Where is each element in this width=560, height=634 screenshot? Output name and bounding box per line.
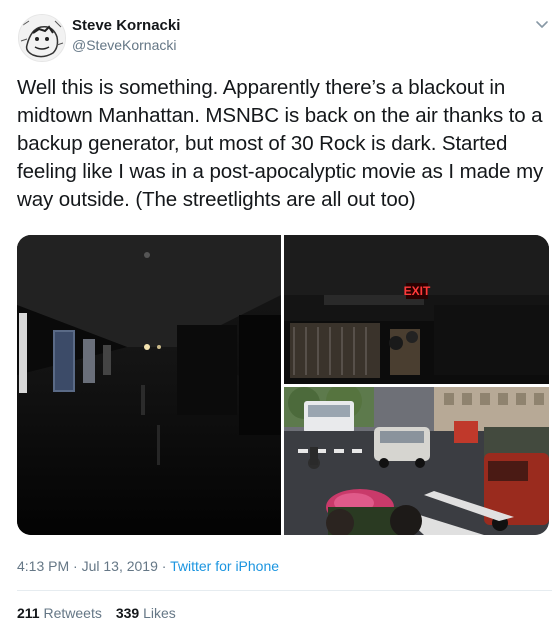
retweets-label: Retweets	[43, 605, 102, 621]
tweet-meta: 4:13 PM · Jul 13, 2019 · Twitter for iPh…	[17, 558, 279, 574]
photo-gallery: EXIT	[17, 235, 549, 535]
exit-sign: EXIT	[404, 284, 431, 298]
tweet-source-link[interactable]: Twitter for iPhone	[170, 558, 279, 574]
meta-separator: ·	[161, 558, 167, 574]
photo-exit-sign-lobby[interactable]: EXIT	[284, 235, 549, 384]
user-name[interactable]: Steve Kornacki	[72, 17, 180, 34]
user-handle[interactable]: @SteveKornacki	[72, 37, 176, 53]
tweet-stats: 211 Retweets 339 Likes	[17, 605, 176, 621]
divider	[17, 590, 552, 591]
chevron-down-icon[interactable]	[532, 14, 552, 34]
retweets-stat[interactable]: 211 Retweets	[17, 605, 102, 621]
tweet-date[interactable]: Jul 13, 2019	[82, 558, 158, 574]
tweet-time[interactable]: 4:13 PM	[17, 558, 69, 574]
likes-stat[interactable]: 339 Likes	[116, 605, 176, 621]
avatar[interactable]	[18, 14, 66, 62]
photo-street-outside[interactable]	[284, 387, 549, 535]
photo-dark-hallway[interactable]	[17, 235, 281, 535]
retweets-count: 211	[17, 605, 40, 621]
meta-separator: ·	[73, 558, 78, 574]
tweet-text: Well this is something. Apparently there…	[17, 76, 544, 211]
likes-label: Likes	[143, 605, 176, 621]
likes-count: 339	[115, 605, 140, 621]
